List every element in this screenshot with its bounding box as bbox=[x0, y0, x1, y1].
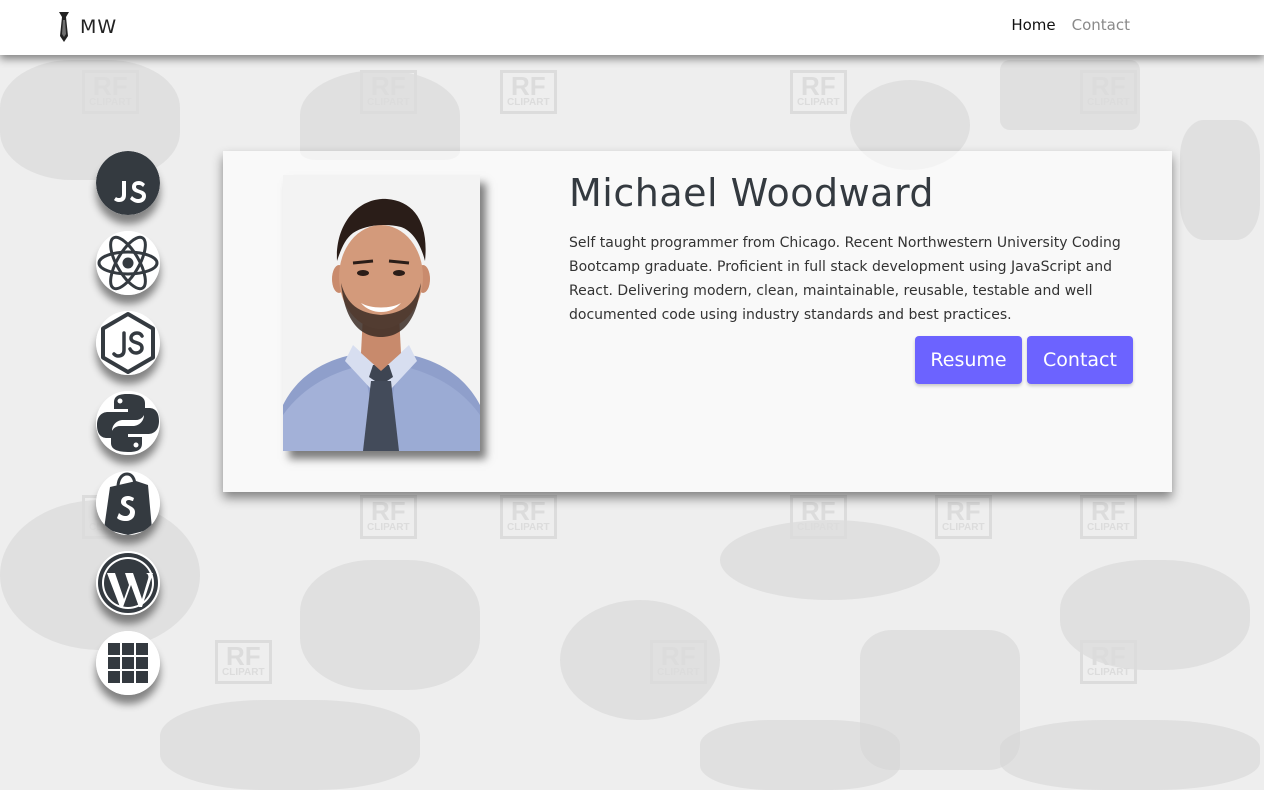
profile-name: Michael Woodward bbox=[569, 171, 935, 215]
profile-bio: Self taught programmer from Chicago. Rec… bbox=[569, 235, 1121, 323]
nav-links: Home Contact bbox=[1011, 16, 1130, 34]
nav-home-link[interactable]: Home bbox=[1011, 16, 1055, 34]
watermark: RFCLIPART bbox=[1080, 495, 1137, 539]
watermark: RFCLIPART bbox=[790, 70, 847, 114]
shopify-icon bbox=[96, 471, 160, 535]
watermark: RFCLIPART bbox=[500, 495, 557, 539]
profile-photo bbox=[283, 175, 480, 451]
brand-link[interactable]: MW bbox=[56, 12, 117, 42]
watermark: RFCLIPART bbox=[82, 70, 139, 114]
watermark: RFCLIPART bbox=[790, 495, 847, 539]
wordpress-icon bbox=[96, 551, 160, 615]
profile-card: Michael Woodward Self taught programmer … bbox=[223, 151, 1172, 492]
javascript-icon bbox=[96, 151, 160, 215]
nodejs-icon bbox=[96, 311, 160, 375]
react-icon bbox=[96, 231, 160, 295]
watermark: RFCLIPART bbox=[500, 70, 557, 114]
watermark: RFCLIPART bbox=[215, 640, 272, 684]
watermark: RFCLIPART bbox=[650, 640, 707, 684]
more-apps-grid-icon bbox=[96, 631, 160, 695]
nav-contact-link[interactable]: Contact bbox=[1072, 16, 1130, 34]
watermark: RFCLIPART bbox=[1080, 70, 1137, 114]
resume-button[interactable]: Resume bbox=[915, 336, 1022, 384]
brand-text: MW bbox=[80, 16, 118, 38]
python-icon bbox=[96, 391, 160, 455]
tie-icon bbox=[59, 12, 69, 42]
watermark: RFCLIPART bbox=[935, 495, 992, 539]
watermark: RFCLIPART bbox=[1080, 640, 1137, 684]
navbar: MW Home Contact bbox=[0, 0, 1264, 55]
skills-column bbox=[96, 151, 160, 711]
contact-button[interactable]: Contact bbox=[1027, 336, 1133, 384]
watermark: RFCLIPART bbox=[360, 495, 417, 539]
watermark: RFCLIPART bbox=[360, 70, 417, 114]
